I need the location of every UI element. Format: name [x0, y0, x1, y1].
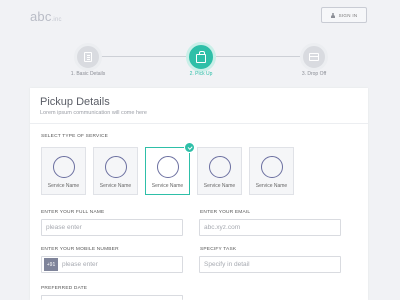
preferred-date-label: PREFERRED DATE — [41, 286, 88, 291]
service-option-selected[interactable]: Service Name — [145, 142, 195, 195]
step-connector — [101, 56, 186, 57]
service-option[interactable]: Service Name — [41, 147, 86, 195]
service-name: Service Name — [255, 183, 288, 189]
service-option[interactable]: Service Name — [197, 147, 242, 195]
page-subtitle: Lorem ipsum communication will come here — [40, 110, 147, 116]
service-option[interactable]: Service Name — [249, 147, 294, 195]
step-drop-off[interactable] — [300, 43, 328, 71]
mobile-input[interactable]: +91 please enter — [41, 256, 183, 273]
service-icon — [208, 156, 231, 178]
step-label: 2. Pick Up — [189, 71, 213, 77]
step-pick-up[interactable] — [186, 42, 216, 72]
task-input[interactable]: Specify in detail — [199, 256, 341, 273]
step-label: 1. Basic Details — [70, 71, 106, 77]
bag-icon — [196, 51, 206, 63]
checkmark-icon — [184, 142, 195, 153]
email-placeholder: abc.xyz.com — [204, 224, 241, 231]
page-title: Pickup Details — [40, 96, 110, 108]
mobile-placeholder: please enter — [62, 261, 98, 268]
preferred-date-input[interactable] — [41, 295, 183, 300]
box-icon — [309, 53, 319, 61]
step-basic-details[interactable] — [74, 43, 102, 71]
full-name-placeholder: please enter — [46, 224, 82, 231]
task-placeholder: Specify in detail — [204, 261, 250, 268]
step-connector — [216, 56, 300, 57]
service-icon — [104, 156, 127, 178]
service-icon — [260, 156, 283, 178]
mobile-label: ENTER YOUR MOBILE NUMBER — [41, 247, 119, 252]
country-code-prefix: +91 — [44, 258, 58, 271]
document-icon — [84, 52, 92, 62]
service-name: Service Name — [99, 183, 132, 189]
email-label: ENTER YOUR EMAIL — [200, 210, 251, 215]
service-name: Service Name — [203, 183, 236, 189]
progress-stepper: 1. Basic Details 2. Pick Up 3. Drop Off — [0, 0, 400, 85]
service-icon — [52, 156, 75, 178]
step-label: 3. Drop Off — [301, 71, 327, 77]
full-name-label: ENTER YOUR FULL NAME — [41, 210, 105, 215]
task-label: SPECIFY TASK — [200, 247, 237, 252]
service-section-label: SELECT TYPE OF SERVICE — [41, 134, 109, 139]
service-icon — [156, 156, 179, 178]
card-header: Pickup Details Lorem ipsum communication… — [30, 88, 368, 124]
email-input[interactable]: abc.xyz.com — [199, 219, 341, 236]
service-option[interactable]: Service Name — [93, 147, 138, 195]
service-name: Service Name — [47, 183, 80, 189]
full-name-input[interactable]: please enter — [41, 219, 183, 236]
service-name: Service Name — [151, 183, 184, 189]
